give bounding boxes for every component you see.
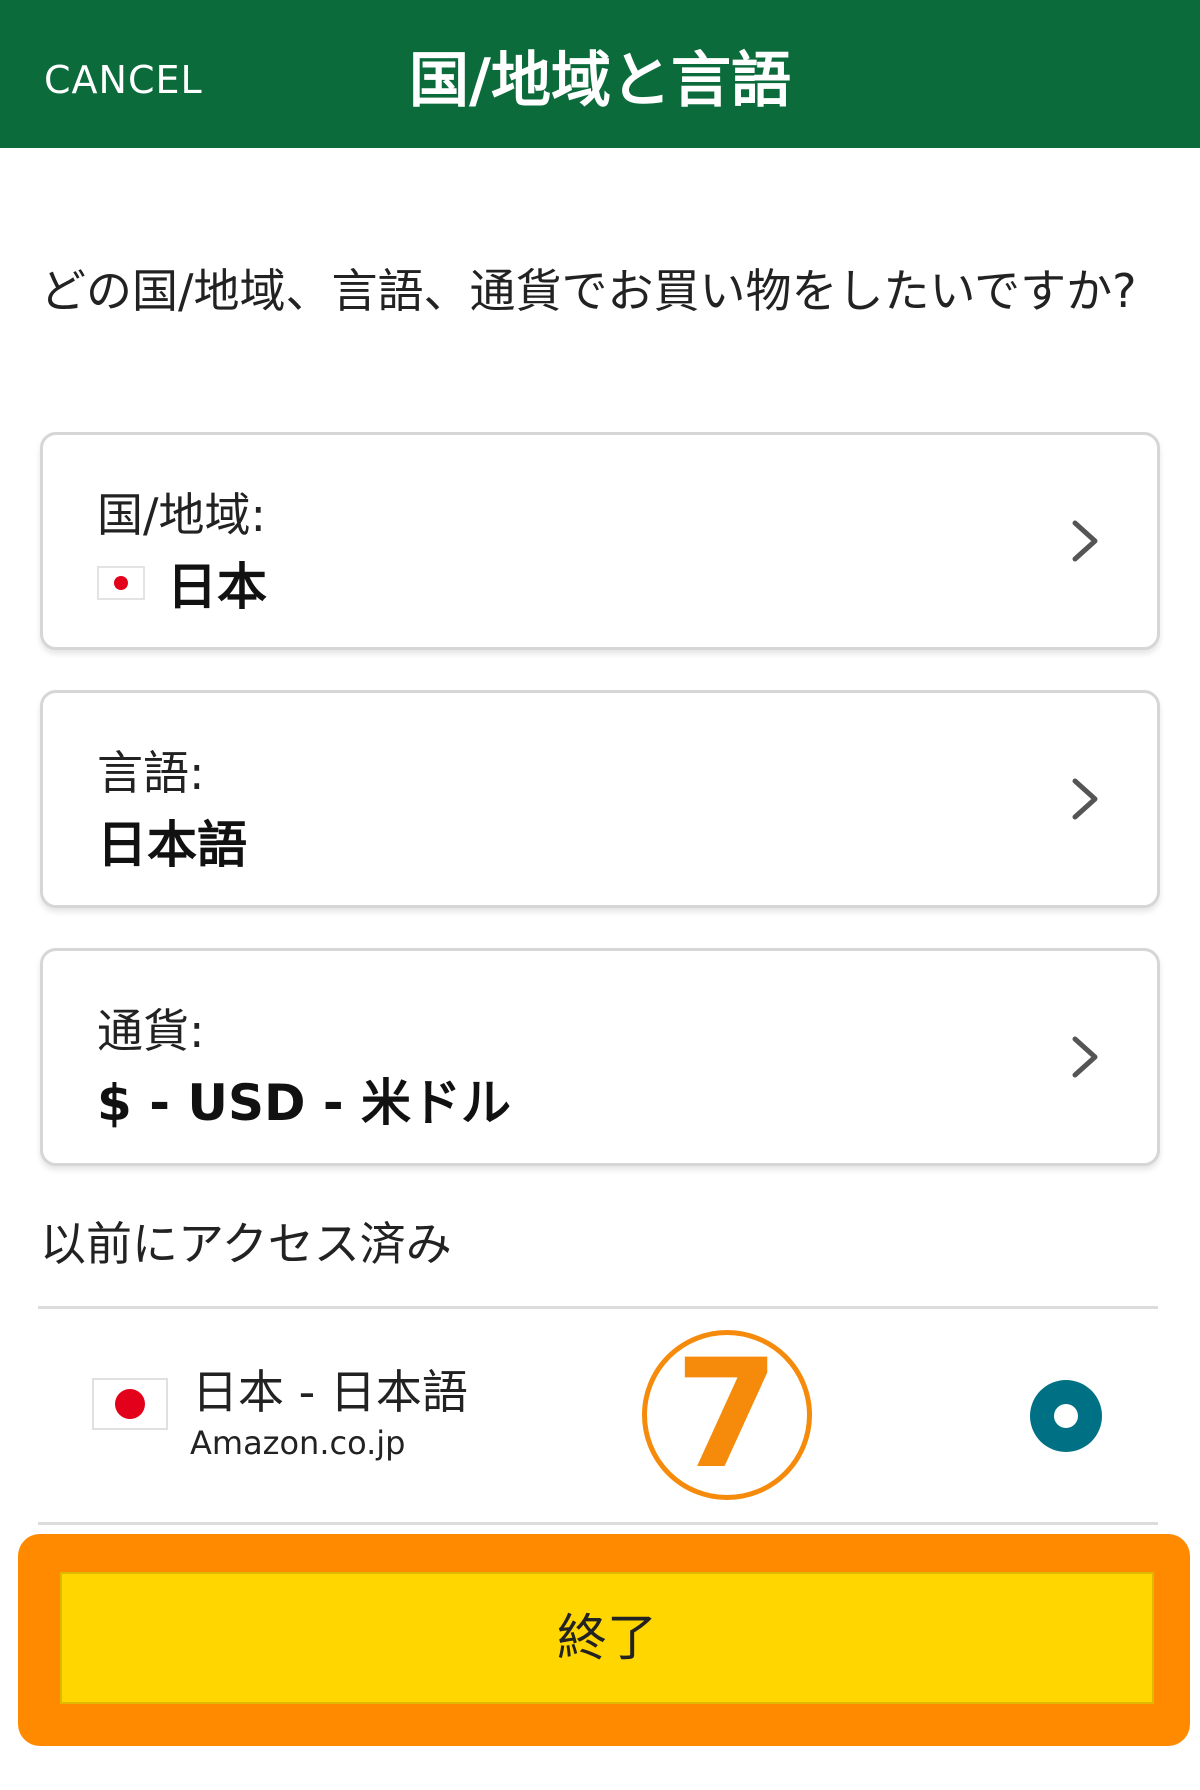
chevron-right-icon (1072, 778, 1098, 820)
currency-label: 通貨: (97, 1004, 205, 1058)
language-card[interactable]: 言語: 日本語 (40, 690, 1160, 908)
country-region-value: 日本 (167, 558, 267, 616)
currency-card[interactable]: 通貨: $ - USD - 米ドル (40, 948, 1160, 1166)
previous-locale-name: 日本 - 日本語 (192, 1365, 468, 1419)
question-text: どの国/地域、言語、通貨でお買い物をしたいですか? (40, 264, 1137, 318)
divider (38, 1522, 1158, 1525)
japan-flag-icon (97, 566, 145, 600)
step-number: 7 (674, 1328, 780, 1502)
step-number-marker: 7 (642, 1330, 812, 1500)
done-button[interactable]: 終了 (60, 1572, 1154, 1704)
header-bar: CANCEL 国/地域と言語 (0, 0, 1200, 148)
country-region-label: 国/地域: (97, 488, 266, 542)
previously-accessed-heading: 以前にアクセス済み (40, 1217, 452, 1271)
previous-locale-site: Amazon.co.jp (190, 1424, 406, 1462)
language-value: 日本語 (97, 816, 247, 874)
divider (38, 1306, 1158, 1309)
country-region-card[interactable]: 国/地域: 日本 (40, 432, 1160, 650)
country-region-value-row: 日本 (97, 547, 267, 619)
japan-flag-icon (92, 1378, 168, 1430)
chevron-right-icon (1072, 520, 1098, 562)
selected-radio-button[interactable] (1030, 1380, 1102, 1452)
currency-value: $ - USD - 米ドル (97, 1074, 512, 1132)
page-title: 国/地域と言語 (409, 46, 791, 116)
chevron-right-icon (1072, 1036, 1098, 1078)
page: CANCEL 国/地域と言語 どの国/地域、言語、通貨でお買い物をしたいですか?… (0, 0, 1200, 1790)
done-button-label: 終了 (557, 1609, 657, 1667)
language-label: 言語: (97, 746, 205, 800)
